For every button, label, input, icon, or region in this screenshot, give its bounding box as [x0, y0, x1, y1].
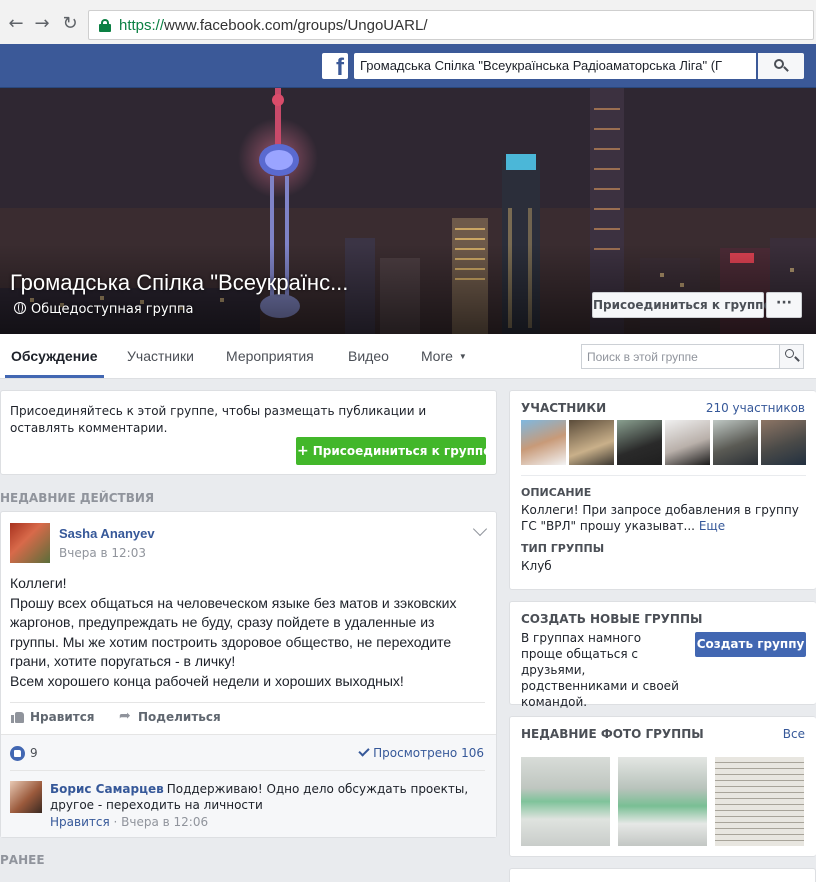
- globe-icon: [14, 302, 26, 314]
- comment-timestamp[interactable]: Вчера в 12:06: [121, 815, 208, 829]
- group-privacy: Общедоступная группа: [14, 302, 194, 317]
- back-arrow-icon[interactable]: ←: [6, 14, 26, 34]
- group-description: Коллеги! При запросе добавления в группу…: [521, 502, 806, 534]
- post-body: Коллеги! Прошу всех общаться на человече…: [10, 574, 485, 691]
- group-search-input[interactable]: [582, 345, 780, 368]
- seen-count-label: Просмотрено 106: [373, 746, 484, 760]
- comment-meta: Нравится · Вчера в 12:06: [50, 815, 208, 829]
- tab-events[interactable]: Мероприятия: [226, 334, 314, 378]
- post-footer: 9 Просмотрено 106 Борис Самарцев Поддержи…: [1, 734, 496, 837]
- next-right-card: [509, 868, 816, 882]
- post-line: Всем хорошего конца рабочей недели и хор…: [10, 672, 404, 689]
- tab-videos[interactable]: Видео: [348, 334, 389, 378]
- facebook-logo-icon[interactable]: f: [322, 53, 348, 79]
- member-avatar[interactable]: [761, 420, 806, 465]
- reload-icon[interactable]: ↻: [60, 14, 80, 34]
- create-group-heading: СОЗДАТЬ НОВЫЕ ГРУППЫ: [521, 612, 703, 626]
- post-timestamp[interactable]: Вчера в 12:03: [59, 546, 146, 560]
- comment-author[interactable]: Борис Самарцев: [50, 782, 164, 796]
- see-more-link[interactable]: Еще: [699, 519, 725, 533]
- group-tabs: Обсуждение Участники Мероприятия Видео M…: [0, 334, 816, 379]
- tab-more[interactable]: More ▼: [421, 334, 467, 378]
- global-search-input[interactable]: Громадська Спілка "Всеукраїнська Радіоам…: [354, 53, 756, 79]
- member-avatar[interactable]: [617, 420, 662, 465]
- group-title[interactable]: Громадська Спілка "Всеукраїнс...: [10, 270, 348, 296]
- like-button-label: Нравится: [30, 710, 95, 724]
- all-photos-link[interactable]: Все: [783, 727, 805, 741]
- avatar[interactable]: [10, 523, 50, 563]
- earlier-heading: РАНЕЕ: [0, 853, 45, 867]
- commenter-avatar[interactable]: [10, 781, 42, 813]
- join-group-green-label: Присоединиться к группе: [312, 444, 492, 458]
- group-type-heading: ТИП ГРУППЫ: [521, 542, 605, 555]
- lock-icon: [99, 19, 111, 32]
- tab-discussion[interactable]: Обсуждение: [5, 334, 104, 378]
- global-search-button[interactable]: [758, 53, 804, 79]
- caret-down-icon: ▼: [458, 352, 467, 361]
- url-protocol: https://: [119, 17, 165, 34]
- address-bar[interactable]: https://www.facebook.com/groups/UngoUARL…: [88, 10, 814, 40]
- description-heading: ОПИСАНИЕ: [521, 486, 592, 499]
- comment-like-link[interactable]: Нравится: [50, 815, 110, 829]
- join-group-green-button[interactable]: + Присоединиться к группе: [296, 437, 491, 465]
- members-count-link[interactable]: 210 участников: [706, 401, 805, 415]
- comment-meta-separator: ·: [109, 815, 122, 829]
- recent-photos-heading: НЕДАВНИЕ ФОТО ГРУППЫ: [521, 727, 704, 741]
- post-author[interactable]: Sasha Ananyev: [59, 526, 155, 541]
- create-group-card: СОЗДАТЬ НОВЫЕ ГРУППЫ В группах намного п…: [509, 601, 816, 709]
- members-card: УЧАСТНИКИ 210 участников ОПИСАНИЕ Коллег…: [509, 390, 816, 590]
- group-search-button[interactable]: [779, 345, 803, 368]
- members-heading: УЧАСТНИКИ: [521, 401, 607, 415]
- group-privacy-label: Общедоступная группа: [31, 302, 194, 317]
- forward-arrow-icon[interactable]: →: [32, 14, 52, 34]
- share-icon: [119, 708, 133, 724]
- member-avatar[interactable]: [569, 420, 614, 465]
- group-description-text: Коллеги! При запросе добавления в группу…: [521, 503, 799, 533]
- tab-more-label: More: [421, 348, 453, 364]
- tab-members[interactable]: Участники: [127, 334, 194, 378]
- group-photo[interactable]: [715, 757, 804, 846]
- like-button[interactable]: Нравится: [11, 710, 95, 724]
- create-group-button[interactable]: Создать группу: [695, 632, 806, 657]
- browser-toolbar: ← → ↻ https://www.facebook.com/groups/Un…: [0, 0, 816, 50]
- like-reaction-icon: [10, 746, 25, 761]
- group-search: [581, 344, 804, 369]
- join-prompt-message: Присоединяйтесь к этой группе, чтобы раз…: [10, 404, 427, 435]
- checkmark-icon: [358, 745, 370, 757]
- member-avatar[interactable]: [521, 420, 566, 465]
- share-button-label: Поделиться: [138, 710, 221, 724]
- like-count[interactable]: 9: [30, 746, 38, 760]
- thumbs-up-icon: [11, 711, 25, 723]
- group-type-value: Клуб: [521, 559, 552, 573]
- url-text[interactable]: https://www.facebook.com/groups/UngoUARL…: [119, 17, 428, 34]
- share-button[interactable]: Поделиться: [119, 708, 221, 724]
- url-path: www.facebook.com/groups/UngoUARL/: [164, 17, 428, 34]
- create-group-text: В группах намного проще общаться с друзь…: [521, 631, 679, 709]
- join-prompt-card: Присоединяйтесь к этой группе, чтобы раз…: [0, 390, 497, 475]
- seen-count[interactable]: Просмотрено 106: [358, 745, 484, 760]
- post-line: Коллеги!: [10, 575, 67, 591]
- recent-activity-heading: НЕДАВНИЕ ДЕЙСТВИЯ: [0, 491, 155, 505]
- plus-icon: +: [297, 443, 309, 459]
- post-card: Sasha Ananyev Вчера в 12:03 Коллеги! Про…: [0, 511, 497, 838]
- search-icon: [785, 349, 794, 358]
- group-photo[interactable]: [618, 757, 707, 846]
- join-group-button[interactable]: Присоединиться к группе: [592, 292, 772, 318]
- member-avatar[interactable]: [713, 420, 758, 465]
- more-options-button[interactable]: ···: [766, 292, 802, 318]
- facebook-top-bar: f Громадська Спілка "Всеукраїнська Радіо…: [0, 44, 816, 88]
- member-avatar[interactable]: [665, 420, 710, 465]
- comment: Борис Самарцев Поддерживаю! Одно дело обс…: [50, 781, 480, 813]
- post-line: Прошу всех общаться на человеческом язык…: [10, 594, 457, 670]
- chevron-down-icon[interactable]: [472, 521, 488, 537]
- search-icon: [774, 59, 784, 69]
- group-photo[interactable]: [521, 757, 610, 846]
- recent-photos-card: НЕДАВНИЕ ФОТО ГРУППЫ Все: [509, 716, 816, 857]
- group-cover-photo: Громадська Спілка "Всеукраїнс... Общедос…: [0, 88, 816, 334]
